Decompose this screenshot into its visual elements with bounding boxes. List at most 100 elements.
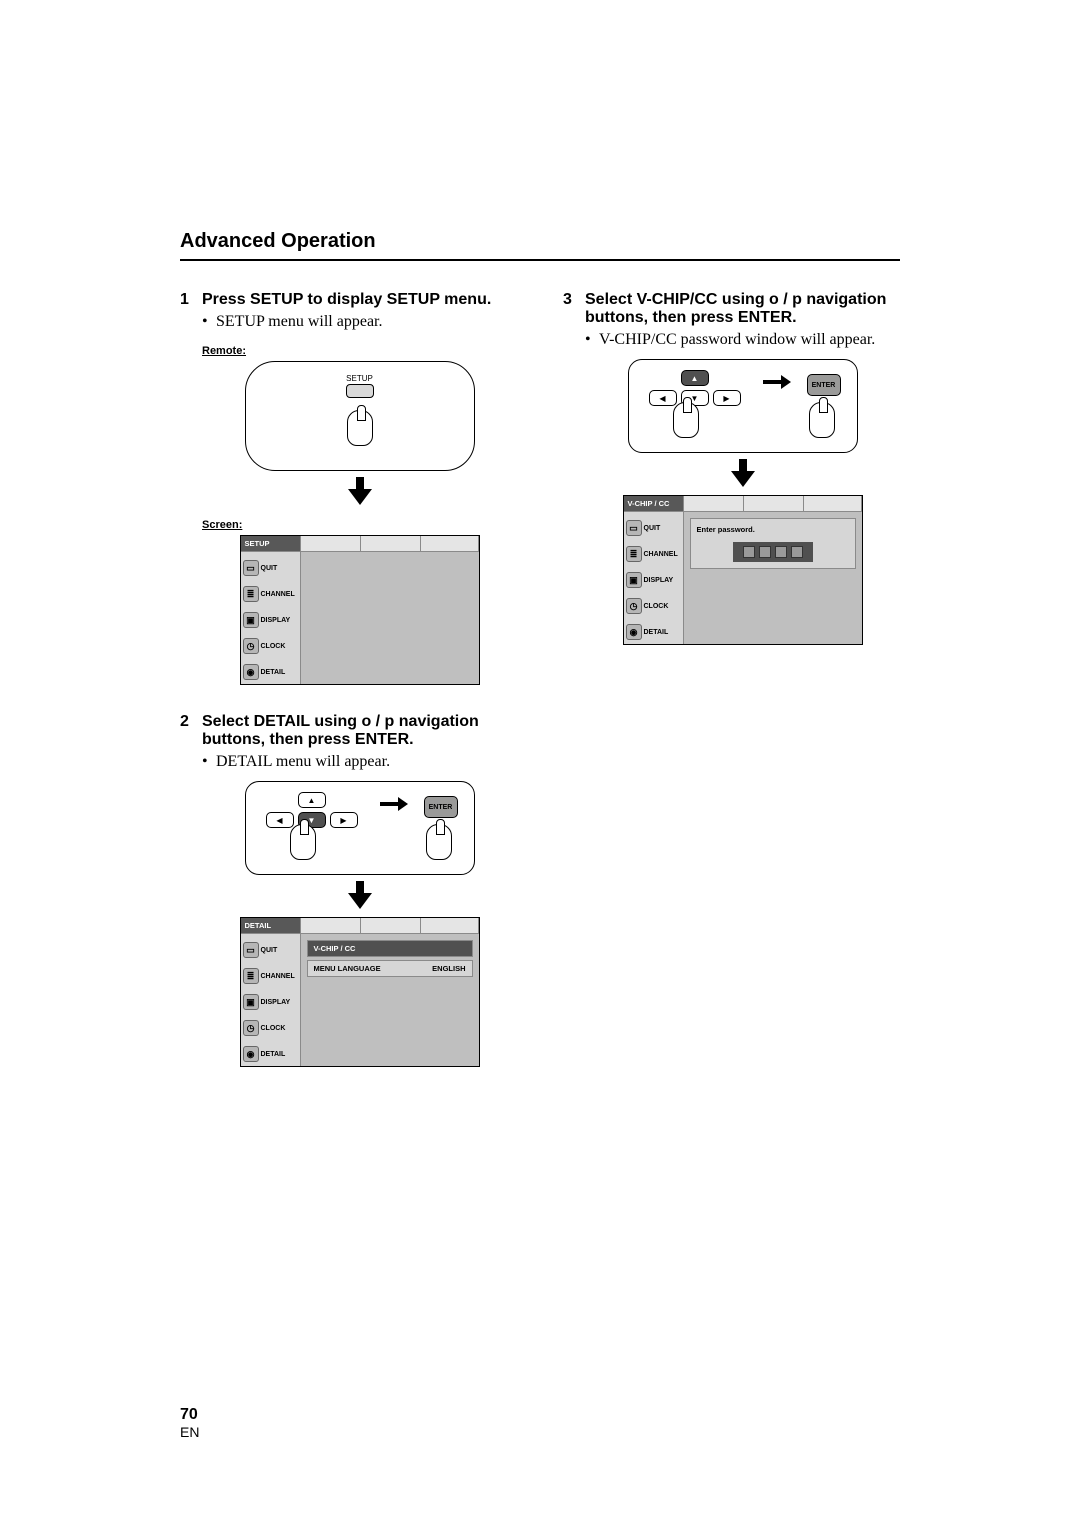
channel-icon: ≣ — [626, 546, 642, 562]
step-2-nav-glyph: o / p — [361, 713, 394, 730]
password-boxes — [733, 542, 813, 562]
step-1-bullet-text: SETUP menu will appear. — [216, 313, 383, 331]
menu-display: DISPLAY — [261, 999, 291, 1006]
nav-up: ▲ — [298, 792, 326, 808]
menu-channel: CHANNEL — [644, 551, 678, 558]
detail-icon: ◉ — [626, 624, 642, 640]
left-column: 1 Press SETUP to display SETUP menu. •SE… — [180, 291, 517, 1067]
channel-icon: ≣ — [243, 586, 259, 602]
down-arrow-icon — [348, 881, 372, 909]
finger-icon — [809, 402, 835, 438]
screen-detail: DETAIL ▭QUIT ≣CHANNEL ▣DISPLAY ◷CLOCK ◉D… — [240, 917, 480, 1067]
password-box — [791, 546, 803, 558]
finger-icon — [347, 410, 373, 446]
display-icon: ▣ — [243, 612, 259, 628]
menu-row-vchip: V-CHIP / CC — [307, 940, 473, 957]
clock-icon: ◷ — [243, 1020, 259, 1036]
menu-quit: QUIT — [644, 525, 661, 532]
menu-row-lang-label: MENU LANGUAGE — [314, 964, 381, 973]
detail-icon: ◉ — [243, 664, 259, 680]
password-box — [759, 546, 771, 558]
display-icon: ▣ — [243, 994, 259, 1010]
arrow-right-icon — [763, 380, 781, 384]
menu-sidebar: ▭QUIT ≣CHANNEL ▣DISPLAY ◷CLOCK ◉DETAIL — [624, 512, 684, 644]
menu-sidebar: ▭QUIT ≣CHANNEL ▣DISPLAY ◷CLOCK ◉DETAIL — [241, 934, 301, 1066]
step-2-num: 2 — [180, 713, 202, 749]
menu-sidebar: ▭QUIT ≣CHANNEL ▣DISPLAY ◷CLOCK ◉DETAIL — [241, 552, 301, 684]
screen-tab: DETAIL — [241, 918, 301, 933]
screen-setup: SETUP ▭QUIT ≣CHANNEL ▣DISPLAY ◷CLOCK ◉DE… — [240, 535, 480, 685]
step-3-num: 3 — [563, 291, 585, 327]
display-icon: ▣ — [626, 572, 642, 588]
screen-label: Screen: — [202, 519, 517, 531]
password-prompt: Enter password. — [697, 525, 849, 534]
step-3-bullet-text: V-CHIP/CC password window will appear. — [599, 331, 875, 349]
step-3-heading-a: Select V-CHIP/CC using — [585, 291, 769, 308]
down-arrow-icon — [348, 477, 372, 505]
menu-quit: QUIT — [261, 565, 278, 572]
quit-icon: ▭ — [626, 520, 642, 536]
nav-right: ▶ — [330, 812, 358, 828]
finger-icon — [290, 824, 316, 860]
section-title: Advanced Operation — [180, 230, 900, 261]
step-1-num: 1 — [180, 291, 202, 309]
arrow-right-icon — [380, 802, 398, 806]
setup-button-icon — [346, 384, 374, 398]
quit-icon: ▭ — [243, 942, 259, 958]
clock-icon: ◷ — [626, 598, 642, 614]
remote-label: Remote: — [202, 345, 517, 357]
menu-row-lang: MENU LANGUAGE ENGLISH — [307, 960, 473, 977]
screen-vchip: V-CHIP / CC ▭QUIT ≣CHANNEL ▣DISPLAY ◷CLO… — [623, 495, 863, 645]
menu-clock: CLOCK — [261, 1025, 286, 1032]
step-2-heading-a: Select DETAIL using — [202, 713, 361, 730]
enter-button: ENTER — [424, 796, 458, 818]
remote-diagram-1: SETUP — [245, 361, 475, 471]
menu-display: DISPLAY — [261, 617, 291, 624]
step-2-bullet: •DETAIL menu will appear. — [180, 753, 517, 771]
menu-quit: QUIT — [261, 947, 278, 954]
menu-row-lang-value: ENGLISH — [432, 964, 465, 973]
page-footer: 70 EN — [180, 1406, 199, 1440]
menu-detail: DETAIL — [261, 669, 286, 676]
step-2-bullet-text: DETAIL menu will appear. — [216, 753, 390, 771]
menu-row-vchip-label: V-CHIP / CC — [314, 944, 356, 953]
nav-right: ▶ — [713, 390, 741, 406]
remote-diagram-2: ▲ ◀ ▼ ▶ ENTER — [245, 781, 475, 875]
nav-left: ◀ — [266, 812, 294, 828]
detail-icon: ◉ — [243, 1046, 259, 1062]
step-1-heading: Press SETUP to display SETUP menu. — [202, 291, 491, 309]
menu-channel: CHANNEL — [261, 973, 295, 980]
quit-icon: ▭ — [243, 560, 259, 576]
right-column: 3 Select V-CHIP/CC using o / p navigatio… — [563, 291, 900, 1067]
menu-detail: DETAIL — [644, 629, 669, 636]
step-2-heading: Select DETAIL using o / p navigation but… — [202, 713, 517, 749]
screen-tab: SETUP — [241, 536, 301, 551]
step-3-nav-glyph: o / p — [769, 291, 802, 308]
menu-detail: DETAIL — [261, 1051, 286, 1058]
enter-button: ENTER — [807, 374, 841, 396]
password-panel: Enter password. — [690, 518, 856, 569]
channel-icon: ≣ — [243, 968, 259, 984]
step-1: 1 Press SETUP to display SETUP menu. — [180, 291, 517, 309]
down-arrow-icon — [731, 459, 755, 487]
page-lang: EN — [180, 1424, 199, 1440]
step-1-bullet: •SETUP menu will appear. — [180, 313, 517, 331]
password-box — [743, 546, 755, 558]
step-3-bullet: •V-CHIP/CC password window will appear. — [563, 331, 900, 349]
step-3-heading: Select V-CHIP/CC using o / p navigation … — [585, 291, 900, 327]
nav-up: ▲ — [681, 370, 709, 386]
password-box — [775, 546, 787, 558]
menu-display: DISPLAY — [644, 577, 674, 584]
setup-button-label: SETUP — [346, 374, 373, 383]
page-number: 70 — [180, 1406, 199, 1424]
clock-icon: ◷ — [243, 638, 259, 654]
step-3: 3 Select V-CHIP/CC using o / p navigatio… — [563, 291, 900, 327]
menu-clock: CLOCK — [261, 643, 286, 650]
menu-channel: CHANNEL — [261, 591, 295, 598]
remote-diagram-3: ▲ ◀ ▼ ▶ ENTER — [628, 359, 858, 453]
finger-icon — [673, 402, 699, 438]
menu-clock: CLOCK — [644, 603, 669, 610]
finger-icon — [426, 824, 452, 860]
nav-left: ◀ — [649, 390, 677, 406]
screen-tab: V-CHIP / CC — [624, 496, 684, 511]
